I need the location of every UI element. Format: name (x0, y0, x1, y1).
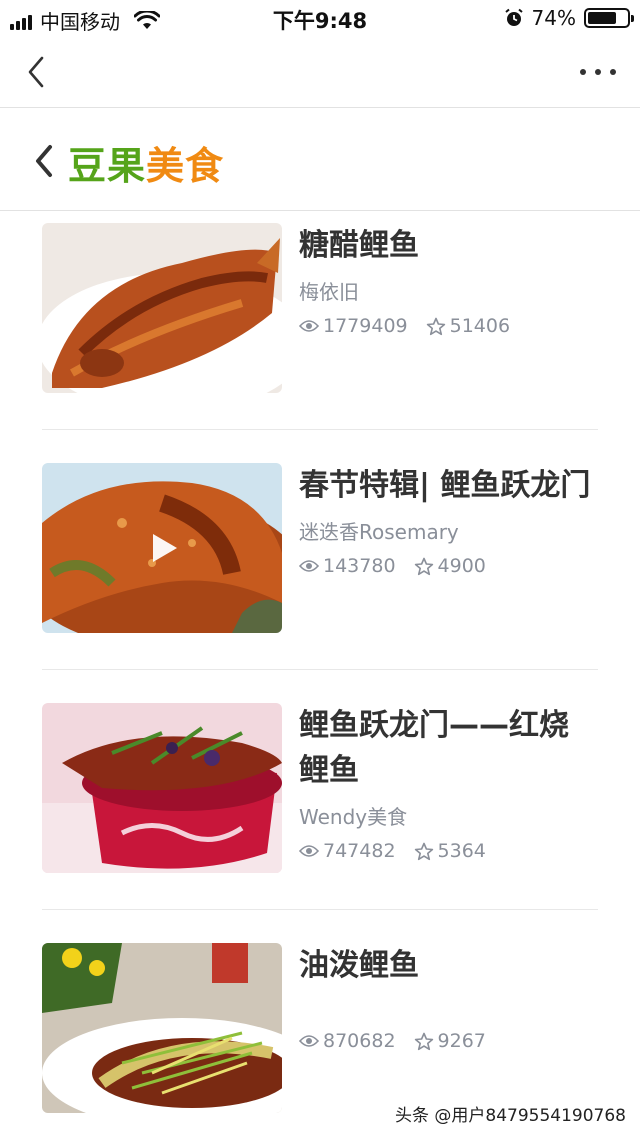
nav-bar (0, 36, 640, 108)
battery-icon (584, 8, 634, 28)
status-right: 74% (504, 6, 634, 30)
recipe-stats: 1779409 51406 (299, 315, 598, 337)
views-stat: 870682 (299, 1030, 396, 1052)
favorite-count: 9267 (437, 1030, 486, 1052)
more-horizontal-icon[interactable] (578, 62, 618, 82)
favorite-count: 5364 (437, 840, 486, 862)
recipe-author: Wendy美食 (299, 805, 408, 829)
view-count: 870682 (323, 1030, 396, 1052)
divider (42, 909, 598, 910)
recipe-author: 迷迭香Rosemary (299, 520, 459, 544)
recipe-stats: 747482 5364 (299, 840, 598, 862)
favorites-stat: 4900 (414, 555, 486, 577)
recipe-info: 油泼鲤鱼 870682 9267 (299, 943, 598, 1052)
star-icon (414, 842, 433, 860)
recipe-author: 梅依旧 (299, 280, 359, 304)
status-bar: 中国移动 下午9:48 74% (0, 0, 640, 36)
recipe-thumbnail (42, 223, 282, 393)
recipe-stats: 870682 9267 (299, 1030, 598, 1052)
recipe-thumbnail (42, 703, 282, 873)
play-icon (153, 534, 177, 562)
star-icon (426, 317, 445, 335)
view-count: 1779409 (323, 315, 408, 337)
recipe-item[interactable]: 春节特辑| 鲤鱼跃龙门 迷迭香Rosemary 143780 4900 (42, 463, 598, 703)
recipe-item[interactable]: 糖醋鲤鱼 梅依旧 1779409 51406 (42, 223, 598, 463)
recipe-info: 鲤鱼跃龙门——红烧鲤鱼 Wendy美食 747482 5364 (299, 703, 598, 862)
recipe-title: 鲤鱼跃龙门——红烧鲤鱼 (299, 708, 569, 788)
brand-header: 豆果美食 (0, 109, 640, 211)
chevron-left-icon[interactable] (22, 52, 52, 92)
recipe-title: 糖醋鲤鱼 (299, 228, 419, 263)
brand-title: 豆果美食 (68, 135, 224, 190)
eye-icon (299, 1035, 319, 1047)
view-count: 747482 (323, 840, 396, 862)
eye-icon (299, 560, 319, 572)
favorite-count: 51406 (449, 315, 511, 337)
recipe-stats: 143780 4900 (299, 555, 598, 577)
favorites-stat: 51406 (426, 315, 510, 337)
alarm-clock-icon (504, 8, 523, 26)
brand-back-icon[interactable] (30, 141, 58, 181)
star-icon (414, 557, 433, 575)
favorites-stat: 5364 (414, 840, 486, 862)
favorite-count: 4900 (437, 555, 486, 577)
recipe-title: 油泼鲤鱼 (299, 948, 419, 983)
views-stat: 1779409 (299, 315, 408, 337)
recipe-thumbnail (42, 943, 282, 1113)
eye-icon (299, 845, 319, 857)
recipe-item[interactable]: 鲤鱼跃龙门——红烧鲤鱼 Wendy美食 747482 5364 (42, 703, 598, 943)
recipe-author (299, 996, 598, 1020)
eye-icon (299, 320, 319, 332)
views-stat: 747482 (299, 840, 396, 862)
divider (42, 429, 598, 430)
divider (42, 669, 598, 670)
brand-title-part1: 豆果 (68, 144, 147, 188)
recipe-info: 春节特辑| 鲤鱼跃龙门 迷迭香Rosemary 143780 4900 (299, 463, 598, 577)
view-count: 143780 (323, 555, 396, 577)
star-icon (414, 1032, 433, 1050)
recipe-thumbnail (42, 463, 282, 633)
brand-title-part2: 美食 (146, 144, 225, 188)
favorites-stat: 9267 (414, 1030, 486, 1052)
battery-percent: 74% (531, 6, 576, 30)
battery-fill (588, 12, 617, 24)
recipe-info: 糖醋鲤鱼 梅依旧 1779409 51406 (299, 223, 598, 337)
recipe-title: 春节特辑| 鲤鱼跃龙门 (299, 468, 591, 503)
watermark: 头条 @用户8479554190768 (394, 1106, 626, 1126)
views-stat: 143780 (299, 555, 396, 577)
